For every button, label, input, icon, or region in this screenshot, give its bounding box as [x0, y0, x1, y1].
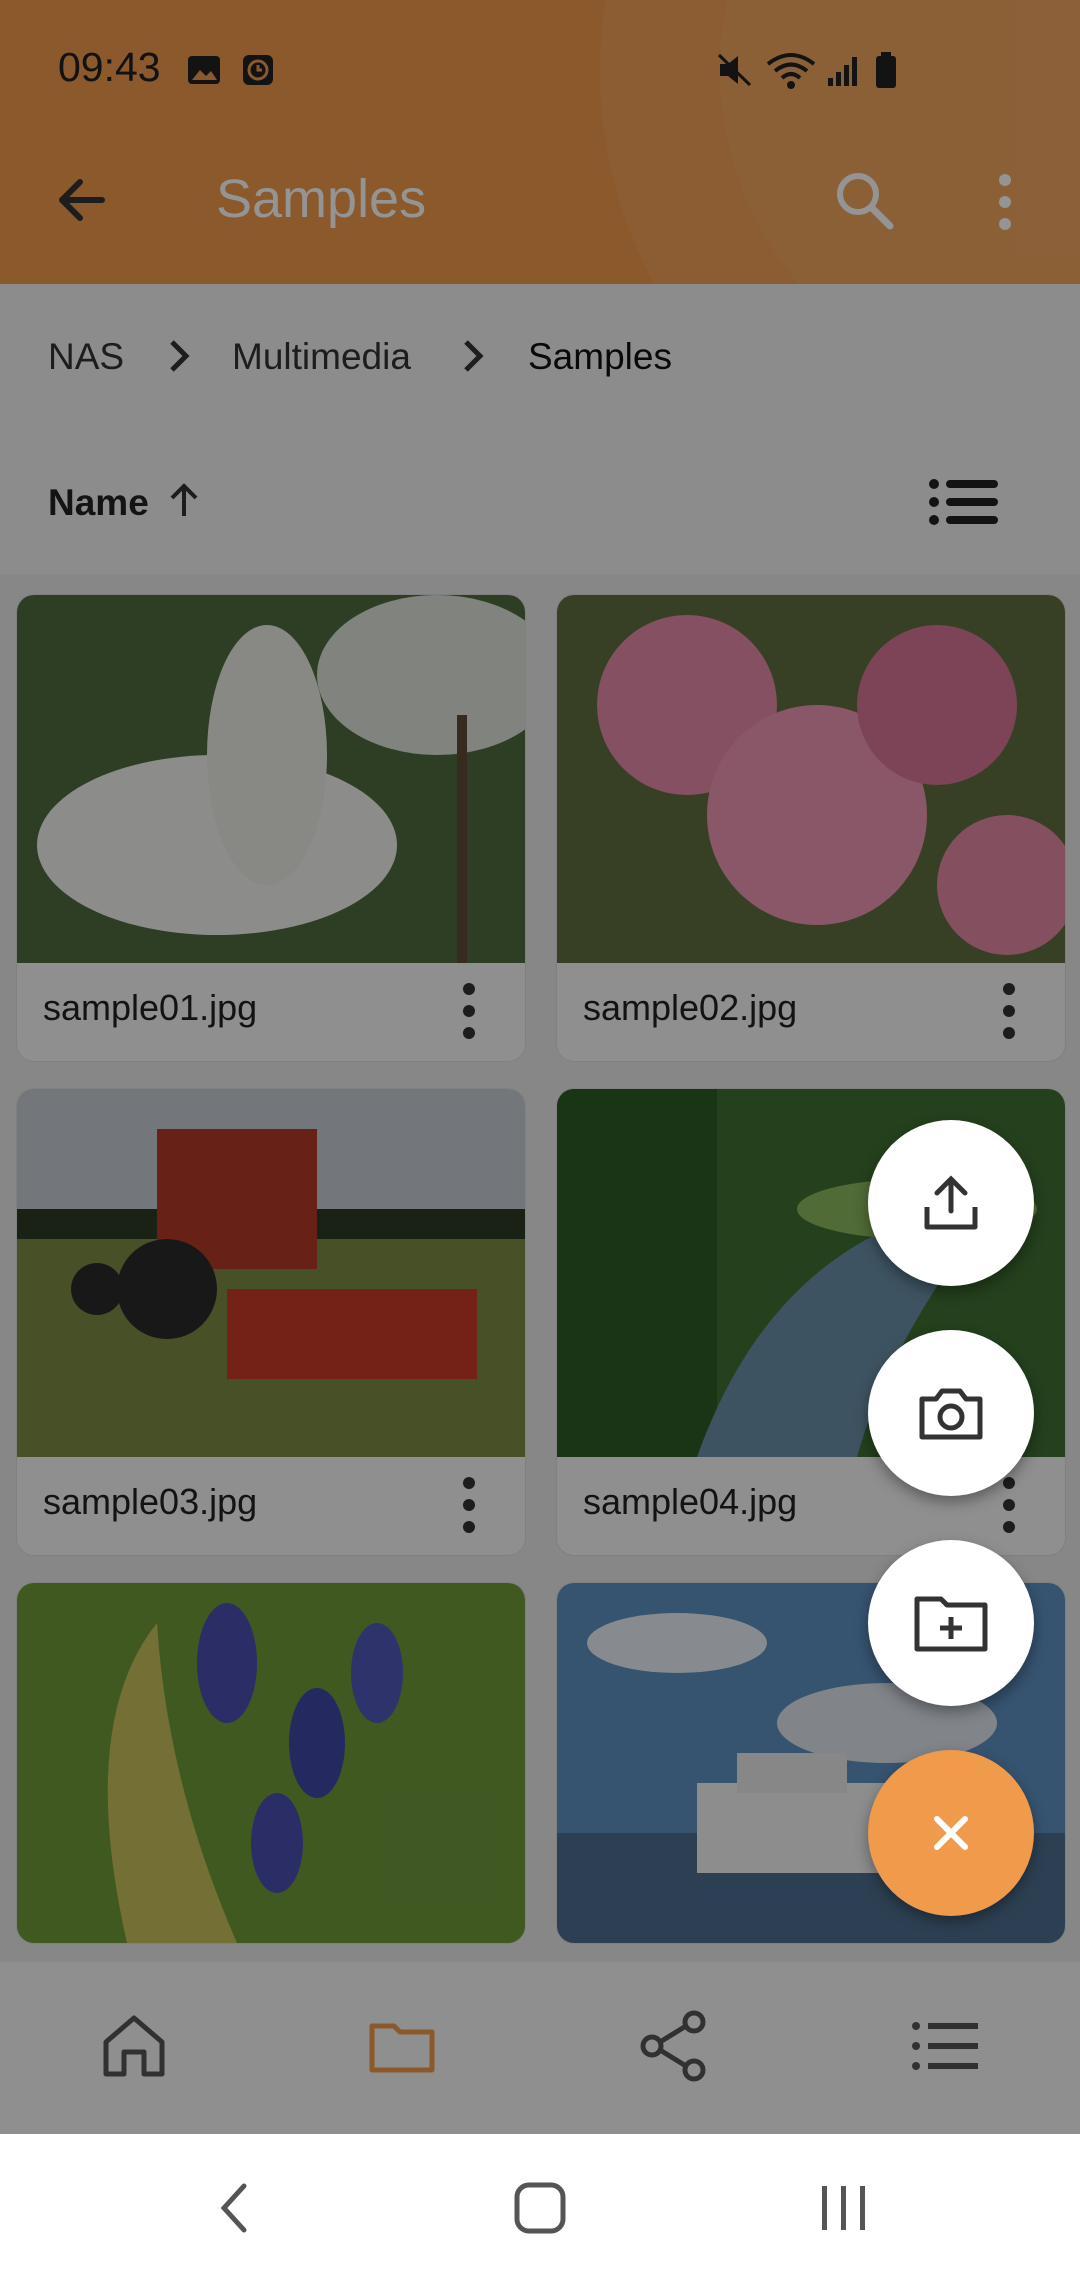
system-back-icon[interactable]	[214, 2180, 254, 2241]
close-icon	[934, 1816, 968, 1850]
upload-button[interactable]	[868, 1120, 1034, 1286]
camera-button[interactable]	[868, 1330, 1034, 1496]
system-recents-icon[interactable]	[816, 2180, 872, 2241]
new-folder-button[interactable]	[868, 1540, 1034, 1706]
new-folder-icon	[914, 1596, 988, 1652]
system-navigation-bar	[0, 2134, 1080, 2280]
close-fab-button[interactable]	[868, 1750, 1034, 1916]
upload-icon	[924, 1175, 978, 1230]
camera-icon	[919, 1388, 983, 1440]
system-home-icon[interactable]	[512, 2180, 568, 2241]
